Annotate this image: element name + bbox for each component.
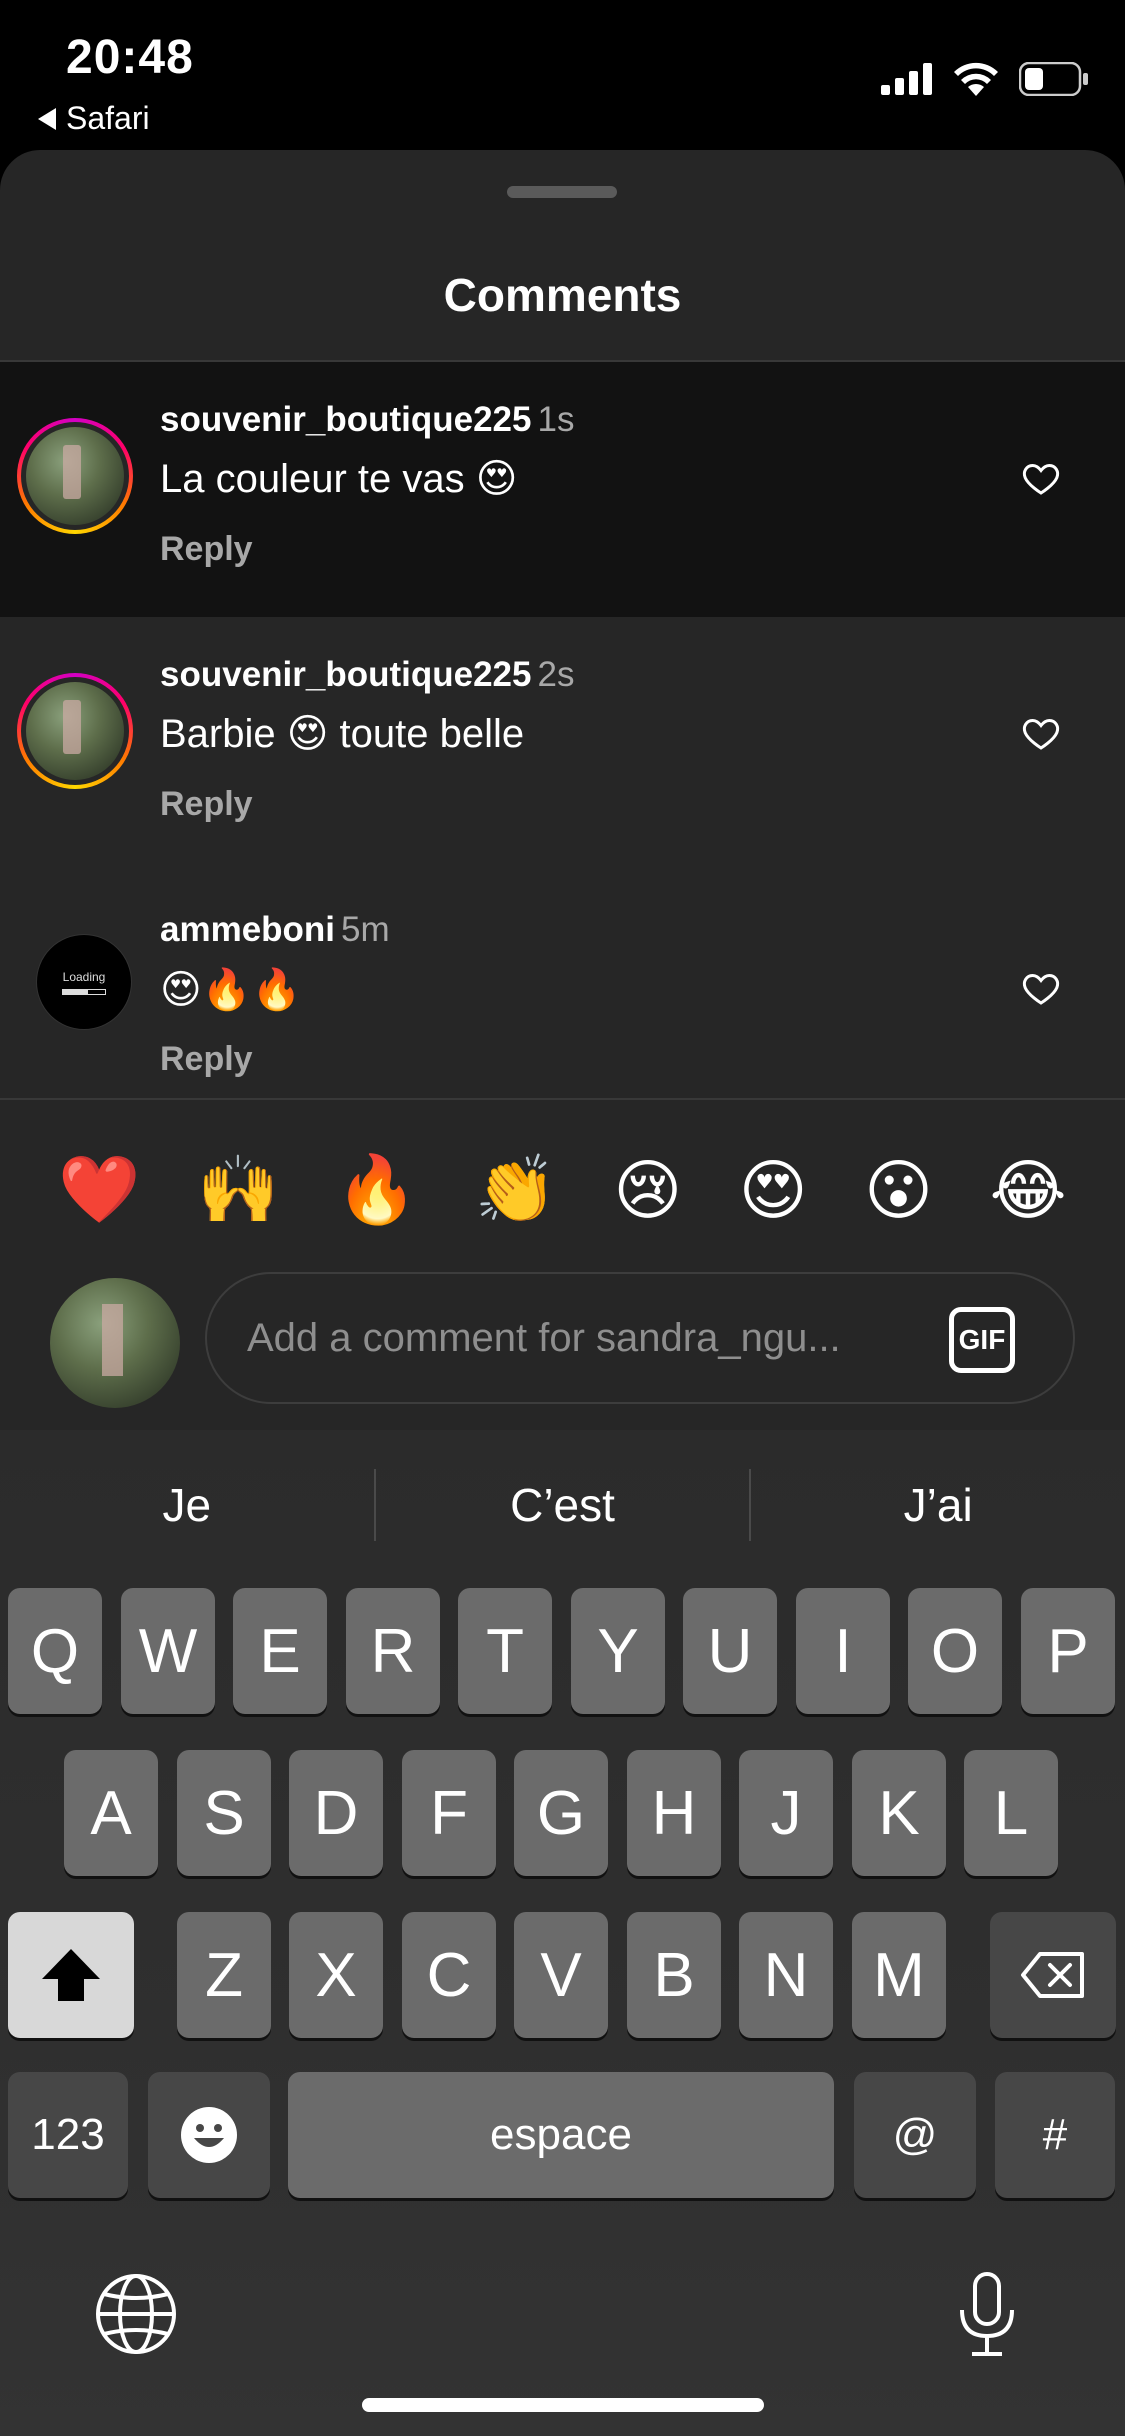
emoji-raised-hands[interactable]: 🙌 <box>197 1151 279 1229</box>
key-o[interactable]: O <box>908 1588 1002 1714</box>
key-l[interactable]: L <box>964 1750 1058 1876</box>
key-b[interactable]: B <box>627 1912 721 2038</box>
comment-username[interactable]: souvenir_boutique225 <box>160 400 531 439</box>
suggestion-item[interactable]: C’est <box>376 1478 750 1532</box>
key-d[interactable]: D <box>289 1750 383 1876</box>
home-indicator[interactable] <box>362 2398 764 2412</box>
wifi-icon <box>954 62 998 96</box>
key-r[interactable]: R <box>346 1588 440 1714</box>
divider <box>0 1098 1125 1100</box>
reply-button[interactable]: Reply <box>160 1040 253 1079</box>
key-c[interactable]: C <box>402 1912 496 2038</box>
avatar-loading-text: Loading <box>62 969 106 984</box>
comment-item[interactable]: Loading ammeboni 5m 😍🔥🔥 Reply <box>0 872 1125 1127</box>
key-f[interactable]: F <box>402 1750 496 1876</box>
sheet-grabber[interactable] <box>507 186 617 198</box>
keyboard-suggestions: Je C’est J’ai <box>0 1430 1125 1580</box>
comment-time: 5m <box>341 910 390 949</box>
numbers-key[interactable]: 123 <box>8 2072 128 2198</box>
key-w[interactable]: W <box>121 1588 215 1714</box>
shift-key[interactable] <box>8 1912 134 2038</box>
emoji-laughing[interactable]: 😂 <box>990 1152 1067 1229</box>
hash-key[interactable]: # <box>995 2072 1115 2198</box>
comment-text: La couleur te vas 😍 <box>160 457 518 501</box>
key-y[interactable]: Y <box>571 1588 665 1714</box>
avatar[interactable] <box>17 673 133 789</box>
emoji-key[interactable] <box>148 2072 270 2198</box>
key-u[interactable]: U <box>683 1588 777 1714</box>
heart-icon[interactable] <box>1021 968 1061 1008</box>
comment-input[interactable]: Add a comment for sandra_ngu... GIF <box>205 1272 1075 1404</box>
backspace-icon <box>1021 1952 1084 1998</box>
key-k[interactable]: K <box>852 1750 946 1876</box>
sheet-title: Comments <box>443 269 682 321</box>
status-bar: 20:48 Safari <box>0 0 1125 150</box>
emoji-crying[interactable]: 😢 <box>613 1152 682 1229</box>
at-key[interactable]: @ <box>854 2072 976 2198</box>
globe-icon[interactable] <box>94 2272 178 2356</box>
status-time: 20:48 <box>66 31 194 84</box>
back-label: Safari <box>66 100 150 136</box>
key-e[interactable]: E <box>233 1588 327 1714</box>
avatar[interactable]: Loading <box>36 934 132 1030</box>
comment-text: Barbie 😍 toute belle <box>160 712 525 756</box>
shift-icon <box>42 1949 100 2001</box>
comment-username[interactable]: souvenir_boutique225 <box>160 655 531 694</box>
emoji-heart-eyes[interactable]: 😍 <box>739 1152 808 1229</box>
space-key[interactable]: espace <box>288 2072 834 2198</box>
comment-composer: Add a comment for sandra_ngu... GIF <box>0 1270 1125 1410</box>
key-q[interactable]: Q <box>8 1588 102 1714</box>
comment-item[interactable]: souvenir_boutique225 1s La couleur te vas… <box>0 362 1125 617</box>
emoji-keyboard-icon <box>181 2107 237 2163</box>
my-avatar <box>50 1278 180 1408</box>
keyboard: Je C’est J’ai Q W E R T Y U I O P A S D … <box>0 1430 1125 2436</box>
key-z[interactable]: Z <box>177 1912 271 2038</box>
emoji-surprised[interactable]: 😮 <box>864 1152 933 1229</box>
cellular-signal-icon <box>881 63 932 95</box>
comment-item[interactable]: souvenir_boutique225 2s Barbie 😍 toute be… <box>0 617 1125 872</box>
emoji-clap[interactable]: 👏 <box>475 1151 557 1229</box>
comment-header: souvenir_boutique225 1s <box>160 400 574 440</box>
emoji-quick-bar: ❤️ 🙌 🔥 👏 😢 😍 😮 😂 <box>0 1130 1125 1250</box>
key-i[interactable]: I <box>796 1588 890 1714</box>
key-s[interactable]: S <box>177 1750 271 1876</box>
suggestion-item[interactable]: Je <box>0 1478 374 1532</box>
key-x[interactable]: X <box>289 1912 383 2038</box>
comment-header: souvenir_boutique225 2s <box>160 655 574 695</box>
comment-username[interactable]: ammeboni <box>160 910 335 949</box>
avatar[interactable] <box>17 418 133 534</box>
comment-time: 2s <box>537 655 575 694</box>
back-to-safari[interactable]: Safari <box>38 100 150 137</box>
battery-icon <box>1019 62 1088 96</box>
key-p[interactable]: P <box>1021 1588 1115 1714</box>
heart-icon[interactable] <box>1021 458 1061 498</box>
comment-text: 😍🔥🔥 <box>160 968 302 1012</box>
emoji-heart[interactable]: ❤️ <box>58 1151 140 1229</box>
key-n[interactable]: N <box>739 1912 833 2038</box>
microphone-icon[interactable] <box>956 2270 1018 2360</box>
reply-button[interactable]: Reply <box>160 530 253 569</box>
backspace-key[interactable] <box>990 1912 1116 2038</box>
emoji-fire[interactable]: 🔥 <box>336 1151 418 1229</box>
gif-button[interactable]: GIF <box>949 1307 1015 1373</box>
key-v[interactable]: V <box>514 1912 608 2038</box>
comments-sheet: Comments souvenir_boutique225 1s La coule… <box>0 150 1125 1430</box>
comment-input-placeholder: Add a comment for sandra_ngu... <box>247 1315 841 1360</box>
key-j[interactable]: J <box>739 1750 833 1876</box>
key-h[interactable]: H <box>627 1750 721 1876</box>
status-icons <box>881 62 1089 96</box>
key-a[interactable]: A <box>64 1750 158 1876</box>
key-m[interactable]: M <box>852 1912 946 2038</box>
heart-icon[interactable] <box>1021 713 1061 753</box>
key-g[interactable]: G <box>514 1750 608 1876</box>
suggestion-item[interactable]: J’ai <box>751 1478 1125 1532</box>
reply-button[interactable]: Reply <box>160 785 253 824</box>
comment-time: 1s <box>537 400 575 439</box>
key-t[interactable]: T <box>458 1588 552 1714</box>
comment-header: ammeboni 5m <box>160 910 390 950</box>
back-arrow-icon <box>38 107 56 130</box>
